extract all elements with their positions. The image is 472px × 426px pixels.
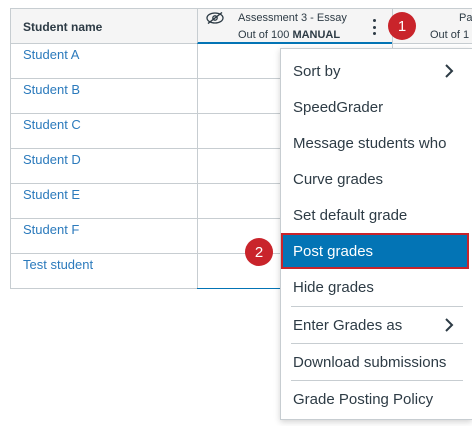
menu-item-curve-grades[interactable]: Curve grades (281, 161, 472, 197)
menu-item-message-students[interactable]: Message students who (281, 125, 472, 161)
menu-item-grade-posting-policy[interactable]: Grade Posting Policy (281, 381, 472, 417)
menu-item-post-grades[interactable]: Post grades (281, 233, 469, 269)
assignment-points: Out of 100 MANUAL (238, 29, 341, 41)
assignment-title: Assessment 3 - Essay (238, 12, 347, 24)
callout-badge-2: 2 (245, 238, 273, 266)
student-name-link[interactable]: Student D (10, 149, 198, 184)
student-name-link[interactable]: Test student (10, 254, 198, 289)
kebab-menu-icon[interactable] (368, 16, 380, 38)
student-name-header[interactable]: Student name (10, 8, 198, 44)
student-name-link[interactable]: Student B (10, 79, 198, 114)
next-assignment-title: Padle (459, 12, 472, 24)
next-assignment-points: Out of 1 (430, 29, 470, 41)
chevron-right-icon (445, 64, 454, 78)
posting-policy-label: MANUAL (292, 29, 341, 41)
student-name-link[interactable]: Student F (10, 219, 198, 254)
menu-item-sort-by[interactable]: Sort by (281, 53, 472, 89)
eye-slash-icon (206, 12, 224, 24)
student-name-link[interactable]: Student C (10, 114, 198, 149)
column-options-menu: Sort by SpeedGrader Message students who… (280, 48, 472, 420)
assignment-column-header[interactable]: Assessment 3 - Essay Out of 100 MANUAL (197, 8, 393, 44)
menu-item-set-default-grade[interactable]: Set default grade (281, 197, 472, 233)
student-name-link[interactable]: Student E (10, 184, 198, 219)
menu-item-download-submissions[interactable]: Download submissions (281, 344, 472, 380)
menu-item-enter-grades-as[interactable]: Enter Grades as (281, 307, 472, 343)
menu-item-hide-grades[interactable]: Hide grades (281, 269, 472, 305)
menu-item-speedgrader[interactable]: SpeedGrader (281, 89, 472, 125)
callout-badge-1: 1 (388, 12, 416, 40)
student-name-link[interactable]: Student A (10, 44, 198, 79)
chevron-right-icon (445, 318, 454, 332)
